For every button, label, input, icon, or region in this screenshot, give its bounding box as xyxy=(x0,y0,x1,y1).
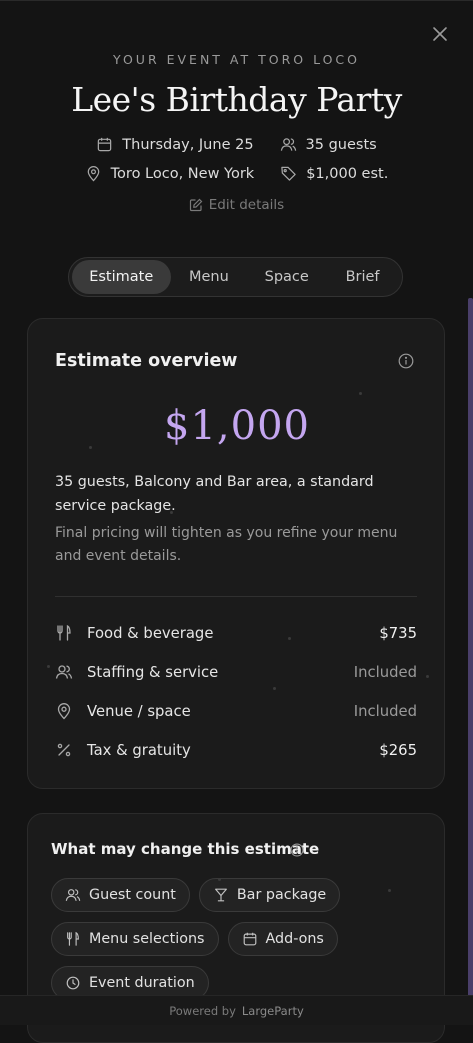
estimate-overview-title: Estimate overview xyxy=(55,351,238,371)
chip-add-ons[interactable]: Add-ons xyxy=(227,922,338,956)
event-guests: 35 guests xyxy=(280,136,377,153)
estimate-factors-title: What may change this estimate xyxy=(51,840,319,858)
event-meta-row-2: Toro Loco, New York $1,000 est. xyxy=(0,165,473,182)
line-item-venue: Venue / space Included xyxy=(55,699,417,723)
decorative-sparkle xyxy=(89,446,92,449)
event-date-text: Thursday, June 25 xyxy=(122,136,254,153)
page-title: Lee's Birthday Party xyxy=(71,80,402,119)
info-button[interactable] xyxy=(398,353,414,373)
chip-menu-selections[interactable]: Menu selections xyxy=(51,922,219,956)
factor-chips: Guest count Bar package Menu selections … xyxy=(51,878,431,1000)
line-item-tax: Tax & gratuity $265 xyxy=(55,738,417,762)
factors-info-button[interactable] xyxy=(290,842,304,861)
tab-brief[interactable]: Brief xyxy=(326,260,399,294)
close-icon xyxy=(433,27,447,41)
powered-by-text: Powered by xyxy=(169,1003,236,1018)
line-item-label: Staffing & service xyxy=(87,663,219,681)
event-eyebrow: YOUR EVENT AT TORO LOCO xyxy=(113,52,360,67)
tab-bar: Estimate Menu Space Brief xyxy=(68,257,403,297)
decorative-sparkle xyxy=(388,889,391,892)
chip-bar-package[interactable]: Bar package xyxy=(198,878,341,912)
calendar-icon xyxy=(243,932,256,946)
line-item-label: Tax & gratuity xyxy=(87,741,191,759)
event-budget-text: $1,000 est. xyxy=(306,165,389,182)
chip-guest-count[interactable]: Guest count xyxy=(51,878,190,912)
tab-menu[interactable]: Menu xyxy=(171,260,248,294)
brand-link[interactable]: LargeParty xyxy=(242,1004,304,1018)
estimate-factors-title-text: What may change this estimate xyxy=(51,840,320,858)
clock-icon xyxy=(66,976,80,990)
chip-label: Guest count xyxy=(89,887,176,903)
edit-details-label: Edit details xyxy=(208,197,285,213)
decorative-sparkle xyxy=(288,637,291,640)
close-button[interactable] xyxy=(430,24,450,44)
calendar-icon xyxy=(98,137,112,152)
event-date: Thursday, June 25 xyxy=(96,136,254,153)
estimate-divider xyxy=(55,596,417,597)
users-icon xyxy=(65,889,81,901)
percent-icon xyxy=(55,741,73,759)
users-icon xyxy=(280,138,296,151)
event-location: Toro Loco, New York xyxy=(85,165,255,182)
edit-icon xyxy=(189,198,203,212)
top-divider xyxy=(0,0,473,1)
line-item-staffing: Staffing & service Included xyxy=(55,660,417,684)
tab-estimate[interactable]: Estimate xyxy=(72,260,171,294)
decorative-sparkle xyxy=(273,687,276,690)
edit-details-link[interactable]: Edit details xyxy=(0,197,473,213)
chip-label: Event duration xyxy=(89,975,195,991)
line-item-label: Food & beverage xyxy=(87,624,214,642)
map-pin-icon xyxy=(55,702,73,720)
decorative-sparkle xyxy=(218,878,221,881)
scrollbar[interactable] xyxy=(468,298,473,998)
decorative-sparkle xyxy=(47,665,50,668)
line-item-value: $265 xyxy=(379,741,417,759)
utensils-icon xyxy=(67,931,79,946)
line-item-value: Included xyxy=(353,663,417,681)
tab-space[interactable]: Space xyxy=(247,260,326,294)
estimate-overview-card: Estimate overview $1,000 35 guests, Balc… xyxy=(27,318,445,789)
estimate-note: Final pricing will tighten as you refine… xyxy=(55,525,398,564)
line-item-food: Food & beverage $735 xyxy=(55,621,417,645)
event-guests-text: 35 guests xyxy=(305,136,377,153)
event-location-text: Toro Loco, New York xyxy=(110,165,255,182)
line-item-value: $735 xyxy=(379,624,417,642)
line-item-value: Included xyxy=(353,702,417,720)
chip-label: Add-ons xyxy=(265,931,324,947)
utensils-icon xyxy=(55,624,73,642)
cocktail-icon xyxy=(214,888,227,902)
decorative-sparkle xyxy=(359,392,362,395)
decorative-sparkle xyxy=(426,675,429,678)
users-icon xyxy=(55,663,73,681)
line-item-label: Venue / space xyxy=(87,702,191,720)
chip-label: Menu selections xyxy=(89,931,205,947)
event-budget: $1,000 est. xyxy=(280,165,388,182)
chip-label: Bar package xyxy=(236,887,327,903)
info-icon xyxy=(398,353,414,369)
footer: Powered by LargeParty xyxy=(0,995,473,1025)
info-icon xyxy=(290,843,304,857)
estimate-summary: 35 guests, Balcony and Bar area, a stand… xyxy=(55,474,374,514)
estimate-total: $1,000 xyxy=(164,403,310,449)
map-pin-icon xyxy=(87,166,99,182)
event-meta-row-1: Thursday, June 25 35 guests xyxy=(0,136,473,153)
tag-icon xyxy=(281,166,296,181)
decorative-sparkle xyxy=(170,511,173,514)
